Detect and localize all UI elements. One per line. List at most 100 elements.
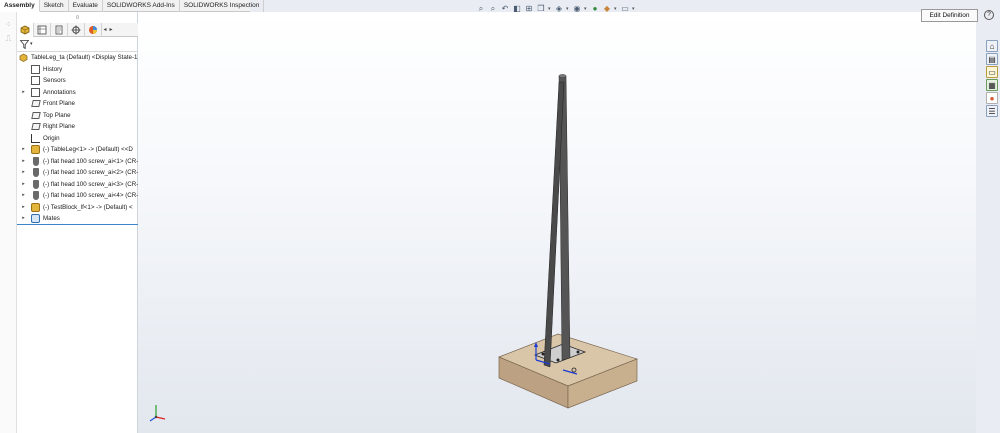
graphics-area[interactable] — [138, 12, 976, 433]
previous-view-icon[interactable]: ↶ — [500, 4, 510, 14]
dynamic-annotation-icon[interactable]: ⊞ — [524, 4, 534, 14]
feature-manager-panel: ¤ ◂ ▸ ▾ TableLeg_ta (Default) <Display S… — [17, 12, 138, 433]
chevron-down-icon[interactable]: ▾ — [584, 6, 588, 12]
screw-icon — [33, 191, 39, 200]
expand-arrow-icon[interactable]: ▸ — [21, 156, 26, 168]
file-explorer-icon[interactable]: ▭ — [986, 66, 998, 78]
tree-item-label: (-) flat head 100 screw_ai<2> (CR- — [43, 169, 138, 176]
edit-definition-button[interactable]: Edit Definition — [921, 9, 978, 22]
zoom-to-area-icon[interactable]: ⌕ — [488, 4, 498, 14]
tree-item-testblock[interactable]: ▸ (-) TestBlock_lf<1> -> (Default) < — [17, 202, 138, 214]
screw-icon — [33, 179, 39, 189]
expand-arrow-icon[interactable]: ▸ — [21, 167, 26, 179]
panel-collapse-grip[interactable]: ¤ — [17, 14, 138, 22]
part-icon — [31, 145, 40, 154]
tree-item-screw-1[interactable]: ▸ (-) flat head 100 screw_ai<1> (CR- — [17, 156, 138, 168]
tree-item-label: Front Plane — [43, 100, 75, 107]
part-icon — [31, 202, 40, 212]
tree-filter-row: ▾ — [17, 39, 138, 52]
tab-solidworks-add-ins[interactable]: SOLIDWORKS Add-Ins — [103, 0, 180, 12]
plane-icon — [31, 100, 41, 107]
apply-scene-icon[interactable]: ◆ — [602, 4, 612, 14]
tree-item-top-plane[interactable]: Top Plane — [17, 110, 138, 122]
tree-item-history[interactable]: History — [17, 64, 138, 76]
expand-arrow-icon[interactable]: ▸ — [21, 87, 26, 99]
edit-appearance-icon[interactable]: ● — [590, 4, 600, 14]
section-view-icon[interactable]: ◧ — [512, 4, 522, 14]
tree-item-annotations[interactable]: ▸ Annotations — [17, 87, 138, 99]
view-triad-icon — [149, 405, 166, 422]
tree-item-origin[interactable]: Origin — [17, 133, 138, 145]
tabs-scroll-right-icon[interactable]: ▸ — [108, 23, 114, 36]
expand-arrow-icon[interactable]: ▸ — [21, 202, 26, 214]
tree-item-label: History — [43, 65, 63, 73]
tree-item-tableleg[interactable]: ▸ (-) TableLeg<1> -> (Default) <<D — [17, 144, 138, 156]
heads-up-view-toolbar: ⌕ ⌕ ↶ ◧ ⊞ ❒ ▾ ◈ ▾ ◉ ▾ ● ◆ ▾ ▭ ▾ — [476, 3, 636, 15]
tree-item-label: Top Plane — [43, 111, 71, 119]
display-manager-icon[interactable] — [85, 23, 102, 37]
filter-icon[interactable] — [19, 40, 30, 51]
manager-tabs: ◂ ▸ — [17, 23, 138, 37]
assembly-icon — [19, 53, 28, 62]
tree-item-sensors[interactable]: Sensors — [17, 75, 138, 87]
origin-icon — [31, 133, 40, 143]
tree-item-mates[interactable]: ▸ Mates — [17, 213, 138, 225]
expand-arrow-icon[interactable]: ▸ — [21, 179, 26, 191]
configuration-manager-icon[interactable] — [51, 23, 68, 37]
table-leg[interactable] — [543, 74, 571, 368]
tree-item-label: Origin — [43, 134, 60, 142]
leg-rod-cap — [558, 74, 567, 78]
design-library-icon[interactable]: ▤ — [986, 53, 998, 65]
chevron-down-icon[interactable]: ▾ — [566, 6, 570, 12]
tree-item-screw-3[interactable]: ▸ (-) flat head 100 screw_ai<3> (CR- — [17, 179, 138, 191]
expand-arrow-icon[interactable]: ▸ — [21, 190, 26, 202]
chevron-down-icon[interactable]: ▾ — [548, 6, 552, 12]
custom-properties-icon[interactable]: ☰ — [986, 105, 998, 117]
view-palette-icon[interactable]: ▦ — [986, 79, 998, 91]
chevron-down-icon[interactable]: ▾ — [614, 6, 618, 12]
tab-sketch[interactable]: Sketch — [40, 0, 69, 12]
hide-show-items-icon[interactable]: ◉ — [572, 4, 582, 14]
mates-icon — [31, 214, 40, 223]
tab-solidworks-inspection[interactable]: SOLIDWORKS Inspection — [180, 0, 265, 12]
tree-item-screw-4[interactable]: ▸ (-) flat head 100 screw_ai<4> (CR- — [17, 190, 138, 202]
sketch-tool-icon[interactable]: ⁘ — [4, 20, 13, 29]
display-style-icon[interactable]: ◈ — [554, 4, 564, 14]
property-manager-icon[interactable] — [34, 23, 51, 37]
tree-item-label: (-) flat head 100 screw_ai<1> (CR- — [43, 157, 138, 165]
appearances-icon[interactable]: ● — [986, 92, 998, 104]
dimxpert-manager-icon[interactable] — [68, 23, 85, 37]
history-icon — [31, 64, 40, 74]
expand-arrow-icon[interactable]: ▸ — [21, 213, 26, 224]
left-toolbar-strip: ⁘ ⎍ — [0, 12, 17, 433]
solidworks-resources-icon[interactable]: ⌂ — [986, 40, 998, 52]
filter-dropdown-icon[interactable]: ▾ — [30, 41, 33, 47]
feature-tree: TableLeg_ta (Default) <Display State-1 H… — [17, 52, 138, 225]
zoom-to-fit-icon[interactable]: ⌕ — [476, 4, 486, 14]
expand-arrow-icon[interactable]: ▸ — [21, 144, 26, 156]
tab-assembly[interactable]: Assembly — [0, 0, 40, 12]
model-view[interactable] — [138, 12, 976, 433]
sensors-icon — [31, 76, 40, 85]
tree-item-label: Right Plane — [43, 123, 75, 130]
screw-icon — [33, 156, 39, 166]
tree-item-label: (-) flat head 100 screw_ai<3> (CR- — [43, 180, 138, 188]
tree-item-label: (-) TestBlock_lf<1> -> (Default) < — [43, 203, 133, 211]
tree-item-root-assembly[interactable]: TableLeg_ta (Default) <Display State-1 — [17, 52, 138, 64]
view-settings-icon[interactable]: ▭ — [620, 4, 630, 14]
plane-icon — [31, 111, 41, 119]
line-tool-icon[interactable]: ⎍ — [4, 34, 13, 43]
view-orientation-icon[interactable]: ❒ — [536, 4, 546, 14]
help-button[interactable]: ? — [984, 10, 994, 20]
tree-item-front-plane[interactable]: Front Plane — [17, 98, 138, 110]
tree-item-right-plane[interactable]: Right Plane — [17, 121, 138, 133]
plane-icon — [31, 123, 41, 130]
feature-manager-icon[interactable] — [17, 23, 34, 37]
tree-item-screw-2[interactable]: ▸ (-) flat head 100 screw_ai<2> (CR- — [17, 167, 138, 179]
chevron-down-icon[interactable]: ▾ — [632, 6, 636, 12]
screw-hole-2 — [556, 358, 560, 362]
screw-hole-4 — [576, 350, 580, 354]
task-pane: ⌂ ▤ ▭ ▦ ● ☰ — [986, 40, 1000, 118]
tab-evaluate[interactable]: Evaluate — [69, 0, 103, 12]
tree-item-label: Mates — [43, 215, 60, 222]
